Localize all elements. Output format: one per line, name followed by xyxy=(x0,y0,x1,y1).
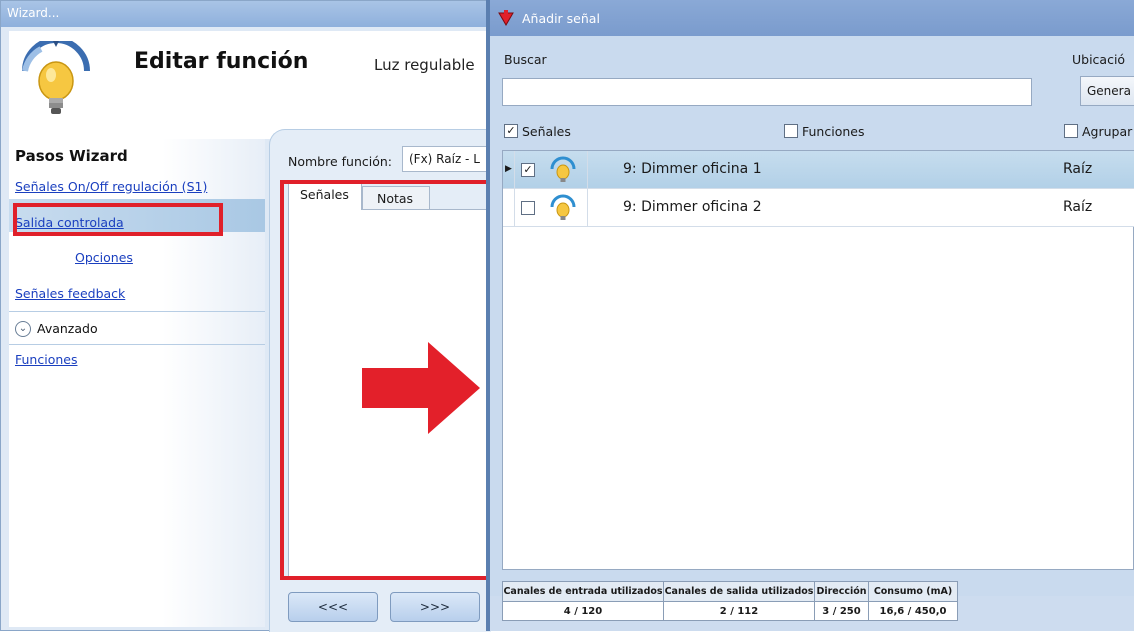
dimmer-light-icon xyxy=(550,156,576,182)
stat-address: Dirección 3 / 250 xyxy=(814,581,869,621)
steps-header: Pasos Wizard xyxy=(15,147,128,165)
wizard-window-title: Wizard... xyxy=(7,6,60,20)
dialog-titlebar: Añadir señal xyxy=(490,0,1134,36)
column-divider xyxy=(587,151,588,189)
step-link-functions[interactable]: Funciones xyxy=(15,352,77,367)
group-checkbox[interactable] xyxy=(1064,124,1078,138)
signals-grid: ▶ ✓ 9: Dimmer oficina 1 Raíz 9: Dimmer o… xyxy=(502,150,1134,570)
stat-label: Canales de entrada utilizados xyxy=(503,582,663,602)
search-input[interactable] xyxy=(502,78,1032,106)
step-link-options[interactable]: Opciones xyxy=(75,250,133,265)
wizard-titlebar: Wizard... xyxy=(1,1,489,27)
step-link-feedback-signals[interactable]: Señales feedback xyxy=(15,286,125,301)
stat-label: Canales de salida utilizados xyxy=(664,582,814,602)
advanced-expander[interactable]: ⌄ Avanzado xyxy=(9,311,265,345)
step-link-onoff-signals[interactable]: Señales On/Off regulación (S1) xyxy=(15,179,207,194)
row-indicator: ▶ xyxy=(503,151,515,189)
stat-value: 2 / 112 xyxy=(719,606,759,617)
wizard-header: Editar función Luz regulable xyxy=(9,31,489,139)
wizard-steps-panel: Pasos Wizard Señales On/Off regulación (… xyxy=(9,139,265,627)
previous-button[interactable]: <<< xyxy=(288,592,378,622)
stat-value: 3 / 250 xyxy=(822,606,861,617)
chevron-down-icon: ⌄ xyxy=(15,321,31,337)
stat-value: 16,6 / 450,0 xyxy=(879,606,947,617)
row-indicator xyxy=(503,189,515,227)
filter-functions-checkbox[interactable] xyxy=(784,124,798,138)
next-button[interactable]: >>> xyxy=(390,592,480,622)
function-type-label: Luz regulable xyxy=(374,56,475,74)
search-label: Buscar xyxy=(504,52,547,67)
location-select[interactable]: Genera xyxy=(1080,76,1134,106)
location-label: Ubicació xyxy=(1072,52,1126,67)
stat-output-channels: Canales de salida utilizados 2 / 112 xyxy=(663,581,815,621)
stat-consumption: Consumo (mA) 16,6 / 450,0 xyxy=(868,581,958,621)
filter-signals-label: Señales xyxy=(522,124,571,139)
filter-functions-label: Funciones xyxy=(802,124,865,139)
signal-name: 9: Dimmer oficina 2 xyxy=(623,199,762,215)
row-checkbox[interactable]: ✓ xyxy=(521,163,535,177)
red-triangle-icon xyxy=(498,10,514,26)
row-pointer-icon: ▶ xyxy=(505,164,512,174)
table-row[interactable]: ▶ ✓ 9: Dimmer oficina 1 Raíz xyxy=(503,151,1134,189)
signal-name: 9: Dimmer oficina 1 xyxy=(623,161,762,177)
highlight-box-step xyxy=(13,203,223,236)
signal-location: Raíz xyxy=(1063,199,1093,215)
stat-label: Consumo (mA) xyxy=(869,582,957,602)
add-signal-dialog: Añadir señal Buscar Ubicació Genera ✓ Se… xyxy=(486,0,1134,631)
red-arrow-icon xyxy=(362,342,480,434)
dimmer-bulb-icon xyxy=(22,41,90,114)
stat-input-channels: Canales de entrada utilizados 4 / 120 xyxy=(502,581,664,621)
usage-stats: Canales de entrada utilizados 4 / 120 Ca… xyxy=(502,581,958,621)
advanced-label: Avanzado xyxy=(37,321,98,336)
wizard-window: Wizard... Editar función Luz regulable P… xyxy=(0,0,502,632)
dialog-title: Añadir señal xyxy=(522,11,600,26)
row-checkbox[interactable] xyxy=(521,201,535,215)
filter-signals-checkbox[interactable]: ✓ xyxy=(504,124,518,138)
table-row[interactable]: 9: Dimmer oficina 2 Raíz xyxy=(503,189,1134,227)
group-label: Agrupar xyxy=(1082,124,1133,139)
stat-label: Dirección xyxy=(815,582,868,602)
signal-location: Raíz xyxy=(1063,161,1093,177)
function-name-label: Nombre función: xyxy=(288,154,393,169)
column-divider xyxy=(587,189,588,227)
dimmer-light-icon xyxy=(550,194,576,220)
stat-value: 4 / 120 xyxy=(563,606,603,617)
page-title: Editar función xyxy=(134,49,309,74)
